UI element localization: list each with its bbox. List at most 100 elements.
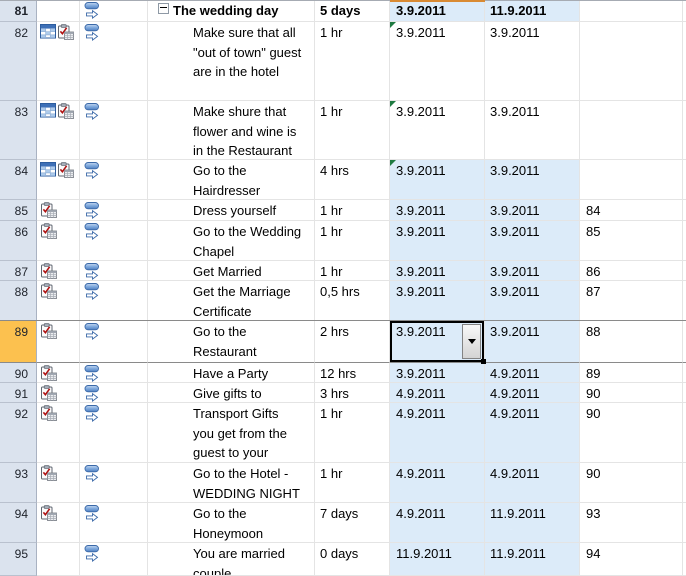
- task-name-cell[interactable]: Go to the Restaurant: [148, 321, 315, 363]
- predecessors-cell[interactable]: 85: [580, 221, 683, 261]
- task-name-cell[interactable]: Go to the Wedding Chapel: [148, 221, 315, 261]
- indicators-cell[interactable]: [37, 363, 80, 383]
- start-cell[interactable]: 3.9.2011: [390, 22, 485, 101]
- predecessors-cell[interactable]: [580, 101, 683, 160]
- finish-cell[interactable]: 3.9.2011: [485, 22, 580, 101]
- task-mode-cell[interactable]: [80, 0, 148, 22]
- finish-cell[interactable]: 4.9.2011: [485, 363, 580, 383]
- finish-cell[interactable]: 3.9.2011: [485, 221, 580, 261]
- finish-cell[interactable]: 3.9.2011: [485, 281, 580, 321]
- task-mode-cell[interactable]: [80, 543, 148, 576]
- row-id-cell[interactable]: 93: [0, 463, 37, 503]
- start-cell[interactable]: 3.9.2011: [390, 101, 485, 160]
- finish-cell[interactable]: 11.9.2011: [485, 0, 580, 22]
- duration-cell[interactable]: 5 days: [315, 0, 390, 22]
- task-mode-cell[interactable]: [80, 261, 148, 281]
- predecessors-cell[interactable]: 90: [580, 403, 683, 463]
- indicators-cell[interactable]: [37, 543, 80, 576]
- start-cell[interactable]: 11.9.2011: [390, 543, 485, 576]
- duration-cell[interactable]: 1 hr: [315, 200, 390, 221]
- start-cell[interactable]: 4.9.2011: [390, 403, 485, 463]
- finish-cell[interactable]: 4.9.2011: [485, 403, 580, 463]
- predecessors-cell[interactable]: [580, 0, 683, 22]
- duration-cell[interactable]: 3 hrs: [315, 383, 390, 403]
- predecessors-cell[interactable]: 84: [580, 200, 683, 221]
- finish-cell[interactable]: 3.9.2011: [485, 160, 580, 200]
- indicators-cell[interactable]: [37, 101, 80, 160]
- predecessors-cell[interactable]: 90: [580, 383, 683, 403]
- indicators-cell[interactable]: [37, 383, 80, 403]
- task-mode-cell[interactable]: [80, 321, 148, 363]
- row-id-cell[interactable]: 91: [0, 383, 37, 403]
- row-id-cell[interactable]: 95: [0, 543, 37, 576]
- predecessors-cell[interactable]: 88: [580, 321, 683, 363]
- duration-cell[interactable]: 1 hr: [315, 463, 390, 503]
- finish-cell[interactable]: 3.9.2011: [485, 321, 580, 363]
- task-name-cell[interactable]: Go to the Hairdresser: [148, 160, 315, 200]
- row-id-cell[interactable]: 82: [0, 22, 37, 101]
- task-mode-cell[interactable]: [80, 463, 148, 503]
- row-id-cell[interactable]: 88: [0, 281, 37, 321]
- indicators-cell[interactable]: [37, 403, 80, 463]
- row-id-cell[interactable]: 83: [0, 101, 37, 160]
- finish-cell[interactable]: 3.9.2011: [485, 261, 580, 281]
- task-mode-cell[interactable]: [80, 160, 148, 200]
- task-name-cell[interactable]: The wedding day: [148, 0, 315, 22]
- fill-handle[interactable]: [481, 359, 486, 364]
- task-name-cell[interactable]: Dress yourself: [148, 200, 315, 221]
- duration-cell[interactable]: 0 days: [315, 543, 390, 576]
- start-cell[interactable]: 3.9.2011: [390, 200, 485, 221]
- indicators-cell[interactable]: [37, 321, 80, 363]
- start-cell[interactable]: 3.9.2011: [390, 261, 485, 281]
- collapse-minus-icon[interactable]: [158, 3, 169, 14]
- finish-cell[interactable]: 4.9.2011: [485, 383, 580, 403]
- date-dropdown-button[interactable]: [462, 324, 481, 359]
- row-id-cell[interactable]: 89: [0, 321, 37, 363]
- row-id-cell[interactable]: 86: [0, 221, 37, 261]
- task-mode-cell[interactable]: [80, 403, 148, 463]
- predecessors-cell[interactable]: 87: [580, 281, 683, 321]
- start-cell[interactable]: 3.9.2011: [390, 281, 485, 321]
- row-id-cell[interactable]: 84: [0, 160, 37, 200]
- task-mode-cell[interactable]: [80, 22, 148, 101]
- duration-cell[interactable]: 1 hr: [315, 403, 390, 463]
- duration-cell[interactable]: 2 hrs: [315, 321, 390, 363]
- task-name-cell[interactable]: Get Married: [148, 261, 315, 281]
- duration-cell[interactable]: 1 hr: [315, 101, 390, 160]
- duration-cell[interactable]: 1 hr: [315, 221, 390, 261]
- task-mode-cell[interactable]: [80, 363, 148, 383]
- finish-cell[interactable]: 3.9.2011: [485, 101, 580, 160]
- duration-cell[interactable]: 4 hrs: [315, 160, 390, 200]
- task-mode-cell[interactable]: [80, 503, 148, 543]
- task-mode-cell[interactable]: [80, 281, 148, 321]
- duration-cell[interactable]: 7 days: [315, 503, 390, 543]
- predecessors-cell[interactable]: [580, 22, 683, 101]
- row-id-cell[interactable]: 85: [0, 200, 37, 221]
- task-mode-cell[interactable]: [80, 383, 148, 403]
- row-id-cell[interactable]: 81: [0, 0, 37, 22]
- indicators-cell[interactable]: [37, 221, 80, 261]
- predecessors-cell[interactable]: 90: [580, 463, 683, 503]
- start-cell[interactable]: 4.9.2011: [390, 503, 485, 543]
- start-cell[interactable]: 3.9.2011: [390, 363, 485, 383]
- indicators-cell[interactable]: [37, 200, 80, 221]
- task-name-cell[interactable]: Give gifts to guests: [148, 383, 315, 403]
- task-name-cell[interactable]: Have a Party: [148, 363, 315, 383]
- duration-cell[interactable]: 1 hr: [315, 261, 390, 281]
- task-name-cell[interactable]: Go to the Honeymoon: [148, 503, 315, 543]
- task-mode-cell[interactable]: [80, 200, 148, 221]
- task-name-cell[interactable]: Transport Gifts you get from the guest t…: [148, 403, 315, 463]
- duration-cell[interactable]: 12 hrs: [315, 363, 390, 383]
- indicators-cell[interactable]: [37, 261, 80, 281]
- start-cell[interactable]: 3.9.2011: [390, 0, 485, 22]
- start-cell[interactable]: 3.9.2011: [390, 321, 485, 363]
- duration-cell[interactable]: 1 hr: [315, 22, 390, 101]
- task-name-cell[interactable]: Make shure that flower and wine is in th…: [148, 101, 315, 160]
- row-id-cell[interactable]: 92: [0, 403, 37, 463]
- row-id-cell[interactable]: 94: [0, 503, 37, 543]
- indicators-cell[interactable]: [37, 0, 80, 22]
- start-cell[interactable]: 4.9.2011: [390, 383, 485, 403]
- predecessors-cell[interactable]: 89: [580, 363, 683, 383]
- indicators-cell[interactable]: [37, 160, 80, 200]
- indicators-cell[interactable]: [37, 22, 80, 101]
